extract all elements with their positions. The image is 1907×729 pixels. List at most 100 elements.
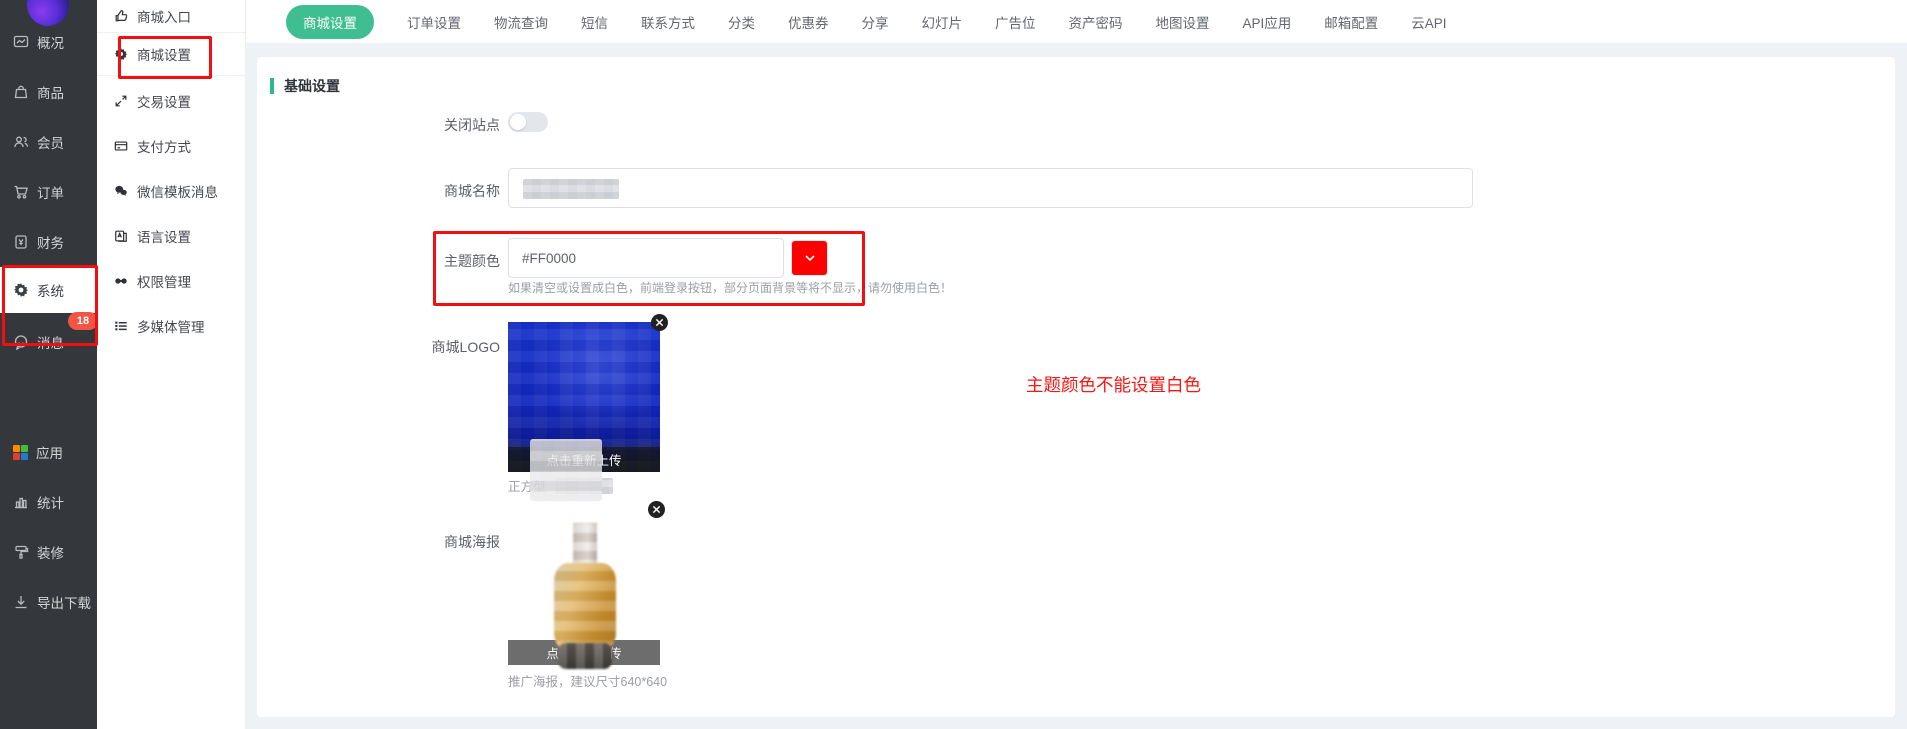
submenu-item-label: 商城设置 [137, 44, 191, 64]
submenu-item-label: 权限管理 [137, 271, 191, 291]
submenu-item-payment[interactable]: 支付方式 [97, 126, 245, 166]
tab-coupon[interactable]: 优惠券 [788, 12, 829, 32]
tab-slides[interactable]: 幻灯片 [922, 12, 963, 32]
blur-patch [530, 439, 602, 501]
divider [97, 75, 245, 76]
language-icon [114, 229, 128, 243]
tab-category[interactable]: 分类 [728, 12, 755, 32]
theme-color-input[interactable] [508, 238, 784, 278]
overview-icon [13, 34, 29, 50]
poster-image [554, 523, 616, 663]
poster-caption: 推广海报，建议尺寸640*640 [508, 671, 667, 690]
media-icon [114, 319, 128, 333]
section-header: 基础设置 [270, 76, 340, 96]
sidebar-item-label: 概况 [37, 32, 64, 52]
color-picker-button[interactable] [791, 240, 828, 276]
export-icon [13, 594, 29, 610]
submenu-item-label: 支付方式 [137, 136, 191, 156]
mall-name-input[interactable] [508, 168, 1473, 208]
submenu-item-entrance[interactable]: 商城入口 [97, 0, 245, 36]
sidebar-item-finance[interactable]: 财务 [0, 217, 97, 267]
annotation-note: 主题颜色不能设置白色 [1026, 372, 1201, 397]
close-icon[interactable] [648, 501, 665, 518]
sidebar-item-decorate[interactable]: 装修 [0, 527, 97, 577]
sidebar-item-label: 订单 [37, 182, 64, 202]
sidebar-item-label: 统计 [37, 492, 64, 512]
submenu-item-media[interactable]: 多媒体管理 [97, 306, 245, 346]
close-icon[interactable] [651, 314, 668, 331]
section-title: 基础设置 [284, 76, 340, 96]
logo-label: 商城LOGO [257, 337, 500, 357]
poster-preview[interactable]: 点击重新上传 [508, 515, 660, 665]
basic-settings-card: 基础设置 关闭站点 商城名称 主题颜色 如果清空或设置成白色，前端登录按钮，部分… [257, 57, 1895, 717]
sidebar-item-overview[interactable]: 概况 [0, 17, 97, 67]
wechat-template-icon [114, 184, 128, 198]
blurred-value [523, 179, 619, 199]
shop-settings-icon [114, 47, 128, 61]
finance-icon [13, 234, 29, 250]
sidebar-item-label: 会员 [37, 132, 64, 152]
sidebar-item-members[interactable]: 会员 [0, 117, 97, 167]
sidebar-item-system[interactable]: 系统 [0, 267, 97, 313]
submenu-item-label: 多媒体管理 [137, 316, 205, 336]
close-site-toggle[interactable] [508, 112, 548, 132]
tab-api-app[interactable]: API应用 [1243, 12, 1292, 32]
sidebar-item-label: 消息 [37, 332, 64, 352]
tab-map-settings[interactable]: 地图设置 [1156, 12, 1210, 32]
chevron-down-icon [804, 252, 816, 264]
permission-icon [114, 274, 128, 288]
close-site-label: 关闭站点 [257, 115, 500, 135]
sidebar-item-orders[interactable]: 订单 [0, 167, 97, 217]
entrance-icon [114, 9, 128, 23]
sidebar-item-label: 应用 [36, 442, 63, 462]
tab-ad-slot[interactable]: 广告位 [995, 12, 1036, 32]
settings-tabbar: 商城设置 订单设置 物流查询 短信 联系方式 分类 优惠券 分享 幻灯片 广告位… [245, 0, 1907, 44]
tab-order-settings[interactable]: 订单设置 [407, 12, 461, 32]
primary-sidebar: 概况 商品 会员 订单 财务 系统 18 消息 应用 统计 装修 导出下载 [0, 0, 97, 729]
submenu-item-label: 微信模板消息 [137, 181, 218, 201]
trade-icon [114, 94, 128, 108]
tab-contact[interactable]: 联系方式 [641, 12, 695, 32]
submenu-item-wechat-template[interactable]: 微信模板消息 [97, 171, 245, 211]
submenu-item-permission[interactable]: 权限管理 [97, 261, 245, 301]
mall-name-label: 商城名称 [257, 181, 500, 201]
payment-icon [114, 139, 128, 153]
submenu-item-label: 语言设置 [137, 226, 191, 246]
tab-share[interactable]: 分享 [862, 12, 889, 32]
sidebar-item-goods[interactable]: 商品 [0, 67, 97, 117]
system-badge: 18 [68, 312, 97, 330]
decorate-icon [13, 544, 29, 560]
toggle-knob [510, 114, 526, 130]
tab-mail-config[interactable]: 邮箱配置 [1324, 12, 1378, 32]
apps-icon [13, 445, 28, 460]
sidebar-item-export[interactable]: 导出下载 [0, 577, 97, 627]
theme-color-label: 主题颜色 [257, 251, 500, 271]
sidebar-item-stats[interactable]: 统计 [0, 477, 97, 527]
goods-icon [13, 84, 29, 100]
members-icon [13, 134, 29, 150]
submenu-item-trade[interactable]: 交易设置 [97, 81, 245, 121]
section-accent-bar [270, 78, 274, 94]
secondary-sidebar: 商城入口 商城设置 交易设置 支付方式 微信模板消息 语言设置 权限管理 多媒体… [97, 0, 245, 729]
messages-icon [13, 334, 29, 350]
tab-asset-password[interactable]: 资产密码 [1069, 12, 1123, 32]
orders-icon [13, 184, 29, 200]
sidebar-item-label: 商品 [37, 82, 64, 102]
submenu-item-label: 交易设置 [137, 91, 191, 111]
submenu-item-language[interactable]: 语言设置 [97, 216, 245, 256]
stats-icon [13, 494, 29, 510]
submenu-item-label: 商城入口 [137, 6, 191, 26]
tab-sms[interactable]: 短信 [581, 12, 608, 32]
tab-cloud-api[interactable]: 云API [1411, 12, 1446, 32]
sidebar-item-apps[interactable]: 应用 [0, 427, 97, 477]
divider [97, 32, 245, 33]
submenu-item-shop-settings[interactable]: 商城设置 [97, 34, 245, 74]
sidebar-item-label: 财务 [37, 232, 64, 252]
sidebar-item-label: 系统 [37, 280, 64, 300]
tab-shop-settings[interactable]: 商城设置 [286, 5, 374, 39]
sidebar-item-label: 导出下载 [37, 592, 91, 612]
system-icon [13, 282, 29, 298]
sidebar-item-label: 装修 [37, 542, 64, 562]
poster-label: 商城海报 [257, 532, 500, 552]
tab-logistics[interactable]: 物流查询 [494, 12, 548, 32]
